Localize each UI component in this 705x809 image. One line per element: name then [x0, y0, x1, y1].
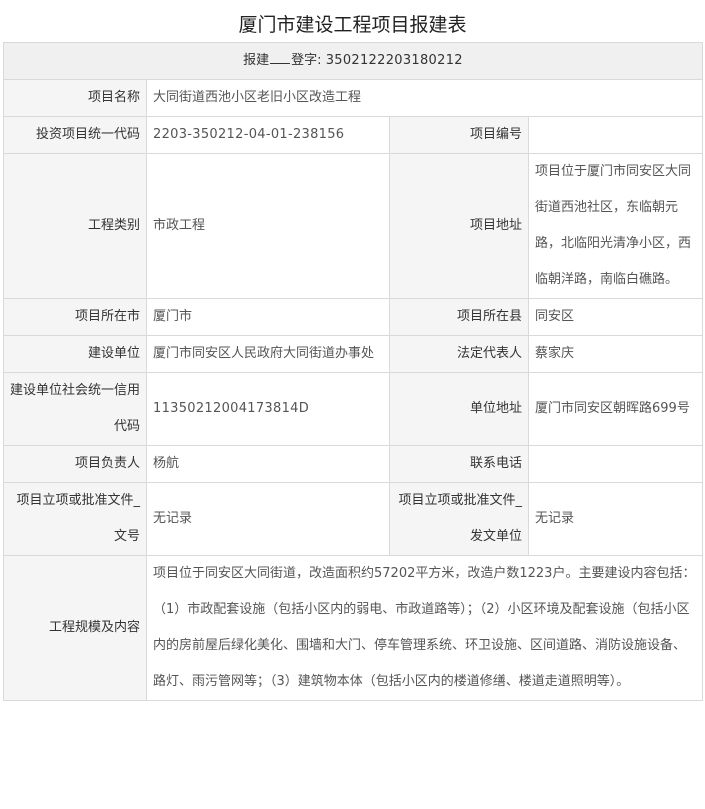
- scale-value: 项目位于同安区大同街道，改造面积约57202平方米，改造户数1223户。主要建设…: [146, 555, 703, 701]
- builder-value: 厦门市同安区人民政府大同街道办事处: [146, 335, 390, 373]
- row-eng-type: 工程类别 市政工程 项目地址 项目位于厦门市同安区大同街道西池社区，东临朝元路，…: [3, 153, 703, 299]
- registration-row: 报建 登字: 3502122203180212: [3, 42, 703, 80]
- report-form-table: 报建 登字: 3502122203180212 项目名称 大同街道西池小区老旧小区…: [3, 42, 703, 701]
- builder-label: 建设单位: [3, 335, 147, 373]
- city-label: 项目所在市: [3, 298, 147, 336]
- doc-no-label: 项目立项或批准文件_文号: [3, 482, 147, 556]
- unit-addr-value: 厦门市同安区朝晖路699号: [528, 372, 703, 446]
- doc-no-value: 无记录: [146, 482, 390, 556]
- legal-rep-label: 法定代表人: [389, 335, 529, 373]
- row-credit-code: 建设单位社会统一信用代码 11350212004173814D 单位地址 厦门市…: [3, 372, 703, 446]
- address-label: 项目地址: [389, 153, 529, 299]
- eng-type-label: 工程类别: [3, 153, 147, 299]
- invest-code-value: 2203-350212-04-01-238156: [146, 116, 390, 154]
- doc-unit-label: 项目立项或批准文件_发文单位: [389, 482, 529, 556]
- county-label: 项目所在县: [389, 298, 529, 336]
- eng-type-value: 市政工程: [146, 153, 390, 299]
- row-leader: 项目负责人 杨航 联系电话: [3, 445, 703, 483]
- leader-label: 项目负责人: [3, 445, 147, 483]
- credit-code-value: 11350212004173814D: [146, 372, 390, 446]
- city-value: 厦门市: [146, 298, 390, 336]
- project-no-label: 项目编号: [389, 116, 529, 154]
- credit-code-label: 建设单位社会统一信用代码: [3, 372, 147, 446]
- phone-label: 联系电话: [389, 445, 529, 483]
- project-name-label: 项目名称: [3, 79, 147, 117]
- project-name-value: 大同街道西池小区老旧小区改造工程: [146, 79, 703, 117]
- registration-number: 3502122203180212: [325, 53, 463, 68]
- row-invest-code: 投资项目统一代码 2203-350212-04-01-238156 项目编号: [3, 116, 703, 154]
- page-title: 厦门市建设工程项目报建表: [238, 14, 467, 36]
- registration-prefix: 报建: [243, 53, 270, 68]
- unit-addr-label: 单位地址: [389, 372, 529, 446]
- row-builder: 建设单位 厦门市同安区人民政府大同街道办事处 法定代表人 蔡家庆: [3, 335, 703, 373]
- registration-cell: 报建 登字: 3502122203180212: [3, 42, 703, 80]
- doc-unit-value: 无记录: [528, 482, 703, 556]
- row-city: 项目所在市 厦门市 项目所在县 同安区: [3, 298, 703, 336]
- row-approval-doc: 项目立项或批准文件_文号 无记录 项目立项或批准文件_发文单位 无记录: [3, 482, 703, 556]
- phone-value: [528, 445, 703, 483]
- leader-value: 杨航: [146, 445, 390, 483]
- row-scale: 工程规模及内容 项目位于同安区大同街道，改造面积约57202平方米，改造户数12…: [3, 555, 703, 701]
- row-project-name: 项目名称 大同街道西池小区老旧小区改造工程: [3, 79, 703, 117]
- project-no-value: [528, 116, 703, 154]
- scale-label: 工程规模及内容: [3, 555, 147, 701]
- registration-blank: [270, 63, 291, 64]
- invest-code-label: 投资项目统一代码: [3, 116, 147, 154]
- legal-rep-value: 蔡家庆: [528, 335, 703, 373]
- registration-suffix: 登字:: [291, 53, 322, 68]
- address-value: 项目位于厦门市同安区大同街道西池社区，东临朝元路，北临阳光清净小区，西临朝洋路，…: [528, 153, 703, 299]
- county-value: 同安区: [528, 298, 703, 336]
